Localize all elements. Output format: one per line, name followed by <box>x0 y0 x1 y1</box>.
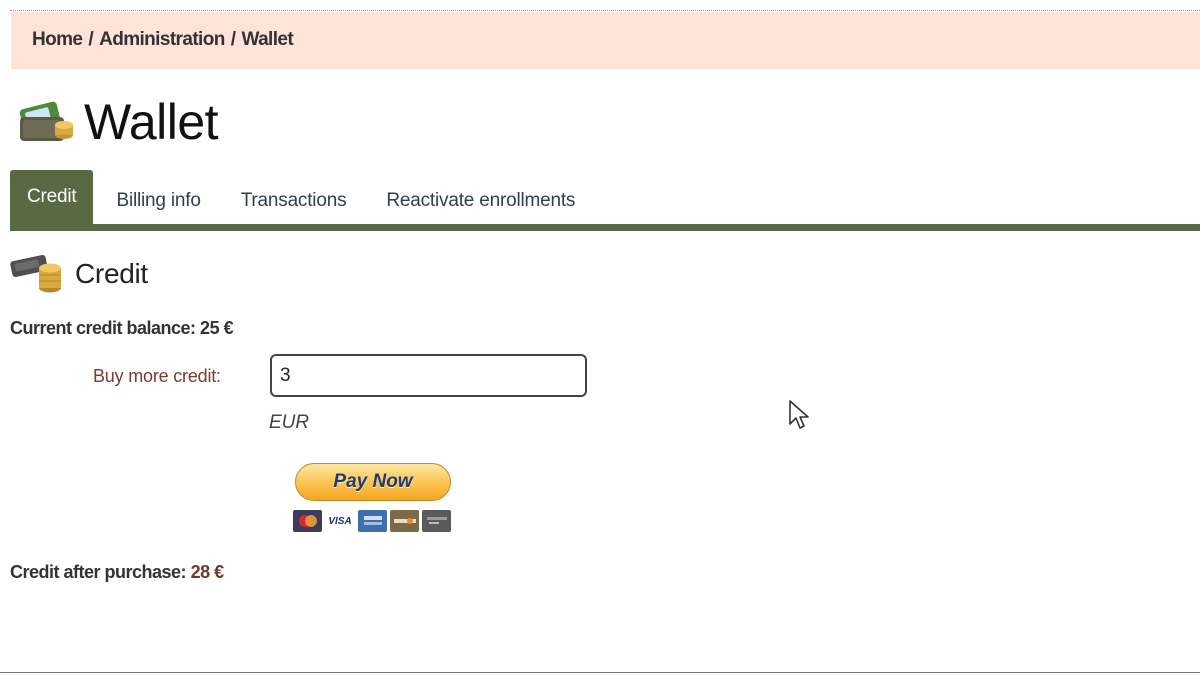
currency-label: EUR <box>269 412 310 433</box>
payment-card-icons: VISA <box>293 509 451 533</box>
breadcrumb-separator: / <box>230 29 236 50</box>
tab-transactions[interactable]: Transactions <box>221 170 367 224</box>
credit-after-purchase-amount: 28 € <box>190 562 225 582</box>
mastercard-icon <box>293 510 322 532</box>
bottom-border <box>0 672 1200 673</box>
tab-billing-info[interactable]: Billing info <box>96 170 220 224</box>
credit-after-purchase: Credit after purchase: 28 € <box>10 562 224 583</box>
buy-credit-input[interactable] <box>270 354 587 397</box>
bank-card-icon <box>422 510 451 532</box>
page-header: Wallet <box>18 91 219 154</box>
wallet-icon <box>18 91 76 154</box>
page-title: Wallet <box>84 94 219 150</box>
top-dotted-border <box>10 10 1200 11</box>
section-title: Credit <box>75 257 148 289</box>
visa-icon: VISA <box>328 515 352 527</box>
mouse-cursor-icon <box>789 400 811 437</box>
section-header: Credit <box>10 248 148 299</box>
breadcrumb: Home / Administration / Wallet <box>11 12 1200 69</box>
current-credit-balance: Current credit balance: 25 € <box>10 318 234 338</box>
buy-credit-label: Buy more credit: <box>93 366 221 386</box>
discover-icon <box>390 510 419 532</box>
credit-after-purchase-label: Credit after purchase: <box>10 562 187 582</box>
pay-now-button[interactable]: Pay Now <box>295 463 451 501</box>
breadcrumb-home[interactable]: Home <box>32 29 83 50</box>
tab-credit[interactable]: Credit <box>10 170 94 224</box>
tab-bar: Credit Billing info Transactions Reactiv… <box>10 170 1200 231</box>
breadcrumb-separator: / <box>88 29 94 50</box>
credit-coins-icon <box>10 248 64 299</box>
breadcrumb-current: Wallet <box>241 29 294 50</box>
amex-icon <box>358 510 387 532</box>
tab-reactivate-enrollments[interactable]: Reactivate enrollments <box>366 170 595 224</box>
breadcrumb-administration[interactable]: Administration <box>99 29 225 50</box>
